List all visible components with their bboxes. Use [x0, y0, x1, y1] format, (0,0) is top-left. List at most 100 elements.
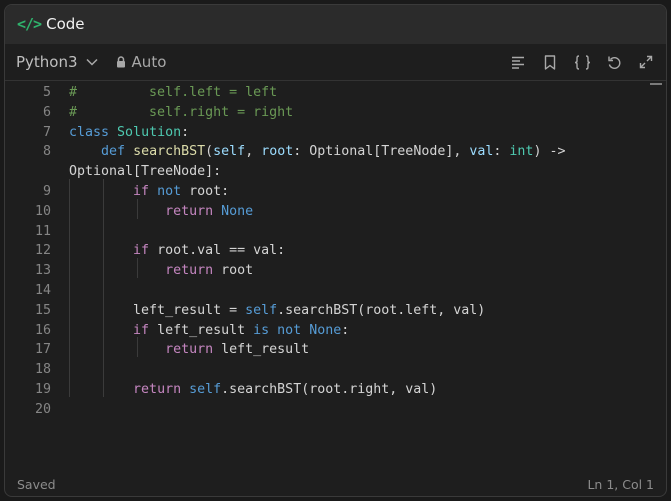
lock-icon [116, 56, 126, 68]
code-line[interactable]: 10 return None [5, 202, 652, 222]
code-text: return None [69, 202, 253, 222]
code-text: # self.right = right [69, 103, 293, 123]
code-text: if root.val == val: [69, 241, 285, 261]
code-line[interactable]: 8 def searchBST(self, root: Optional[Tre… [5, 142, 652, 162]
line-number: 6 [42, 104, 51, 120]
code-token: : [181, 124, 190, 140]
code-line[interactable]: 13 return root [5, 261, 652, 281]
code-token: .searchBST(root.left, val) [277, 302, 486, 318]
code-token: not [157, 184, 182, 199]
code-token: int [509, 144, 534, 160]
code-line[interactable]: 6 # self.right = right [5, 103, 652, 123]
code-text: if not root: [69, 182, 229, 202]
code-token: not [277, 322, 302, 338]
title-bar: </> Code [5, 5, 666, 44]
code-token: return [165, 263, 214, 279]
code-token: Optional[TreeNode]: [69, 164, 222, 180]
code-token: searchBST [133, 144, 206, 160]
code-text: Optional[TreeNode]: [69, 162, 221, 182]
code-text: left_result = self.searchBST(root.left, … [69, 301, 485, 321]
code-token: Solution [117, 124, 182, 140]
braces-icon[interactable] [572, 52, 592, 72]
code-token: return [133, 382, 182, 397]
code-line[interactable]: Optional[TreeNode]: [5, 162, 652, 182]
code-token: return [165, 203, 214, 219]
code-token: # self.left = left [69, 85, 278, 100]
expand-icon[interactable] [636, 52, 656, 72]
language-select[interactable]: Python3 [16, 53, 98, 71]
code-text: return left_result [69, 340, 309, 360]
code-brackets-icon: </> [17, 15, 42, 33]
mode-label: Auto [131, 53, 167, 71]
code-token: if [133, 243, 150, 259]
code-line[interactable]: 19 return self.searchBST(root.right, val… [5, 380, 652, 400]
code-line[interactable]: 11 [5, 222, 652, 242]
code-token: None [221, 203, 254, 219]
code-line[interactable]: 17 return left_result [5, 340, 652, 360]
code-line[interactable]: 18 [5, 360, 652, 380]
code-token: root.val == val: [149, 243, 286, 259]
line-number: 12 [34, 243, 51, 259]
line-number: 17 [34, 342, 51, 358]
code-panel: </> Code Python3 Auto 5 # self.left = le… [4, 4, 667, 497]
line-number: 9 [42, 184, 51, 199]
code-line[interactable]: 9 if not root: [5, 182, 652, 202]
line-number: 8 [42, 144, 51, 160]
code-line[interactable]: 7 class Solution: [5, 123, 652, 143]
code-token: None [309, 322, 342, 338]
code-line[interactable]: 15 left_result = self.searchBST(root.lef… [5, 301, 652, 321]
code-token: , [245, 144, 262, 160]
chevron-down-icon [86, 58, 98, 66]
code-text: class Solution: [69, 123, 189, 143]
bookmark-icon[interactable] [540, 52, 560, 72]
code-line[interactable]: 20 [5, 400, 652, 420]
code-line[interactable]: 12 if root.val == val: [5, 241, 652, 261]
status-bar: Saved Ln 1, Col 1 [5, 472, 666, 496]
code-token: self [213, 144, 246, 160]
code-token: .searchBST(root.right, val) [221, 382, 438, 397]
code-line[interactable]: 16 if left_result is not None: [5, 321, 652, 341]
code-text: if left_result is not None: [69, 321, 349, 341]
line-number: 5 [42, 85, 51, 100]
code-token: root: [181, 184, 230, 199]
line-number: 13 [34, 263, 51, 279]
code-token: ( [205, 144, 214, 160]
code-token: : [341, 322, 350, 338]
code-token: left_result [149, 322, 254, 338]
code-token: # self.right = right [69, 104, 294, 120]
code-token: is [253, 322, 270, 338]
line-number: 14 [34, 283, 51, 298]
code-token: if [133, 322, 150, 338]
line-number: 18 [34, 362, 51, 378]
line-number: 10 [34, 203, 51, 219]
save-status: Saved [17, 476, 56, 492]
code-text: return root [69, 261, 253, 281]
code-line[interactable]: 5 # self.left = left [5, 83, 652, 103]
code-token: ) -> [533, 144, 566, 160]
undo-icon[interactable] [604, 52, 624, 72]
line-number: 11 [34, 223, 51, 239]
code-token: : Optional[TreeNode], [293, 144, 470, 160]
code-token: def [101, 144, 126, 160]
code-token: if [133, 184, 150, 199]
code-token: class [69, 124, 110, 140]
mode-indicator[interactable]: Auto [116, 53, 167, 71]
code-text: def searchBST(self, root: Optional[TreeN… [69, 142, 565, 162]
code-token: left_result = [69, 302, 246, 318]
line-number: 15 [34, 302, 51, 318]
code-editor[interactable]: 5 # self.left = left 6 # self.right = right… [5, 80, 666, 472]
code-text: # self.left = left [69, 83, 277, 103]
code-line[interactable]: 14 [5, 281, 652, 301]
format-icon[interactable] [508, 52, 528, 72]
